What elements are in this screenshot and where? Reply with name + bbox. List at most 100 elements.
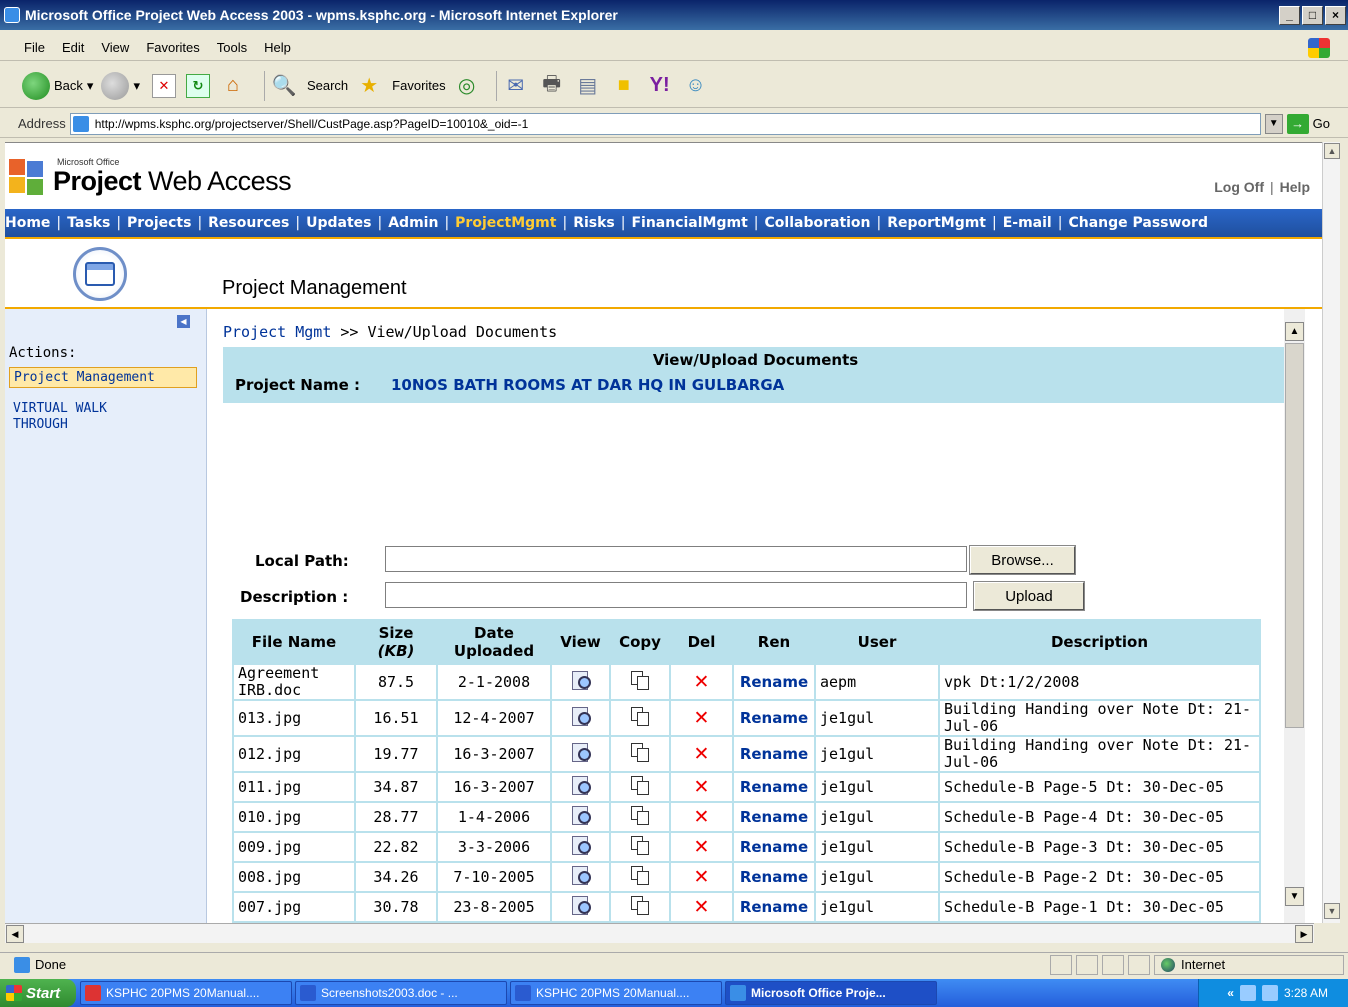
delete-icon[interactable]: ✕	[694, 866, 710, 888]
taskbar-item-ie[interactable]: Microsoft Office Proje...	[725, 981, 937, 1005]
rename-link[interactable]: Rename	[734, 737, 814, 771]
view-document-icon[interactable]	[570, 865, 592, 885]
view-document-icon[interactable]	[570, 895, 592, 915]
scroll-right-icon[interactable]: ▶	[1295, 925, 1313, 943]
nav-projects[interactable]: Projects	[127, 215, 191, 231]
close-button[interactable]: ×	[1325, 5, 1346, 25]
nav-email[interactable]: E-mail	[1003, 215, 1052, 231]
address-dropdown-icon[interactable]: ▼	[1264, 113, 1283, 134]
menu-edit[interactable]: Edit	[62, 40, 84, 55]
copy-document-icon[interactable]	[631, 866, 649, 885]
copy-document-icon[interactable]	[631, 707, 649, 726]
view-document-icon[interactable]	[570, 706, 592, 726]
nav-risks[interactable]: Risks	[573, 215, 615, 231]
refresh-icon[interactable]: ↻	[185, 73, 210, 98]
tray-expand-icon[interactable]: «	[1227, 986, 1234, 1000]
rename-link[interactable]: Rename	[734, 803, 814, 831]
menu-view[interactable]: View	[101, 40, 129, 55]
folder-icon[interactable]: ■	[611, 74, 637, 97]
delete-icon[interactable]: ✕	[694, 743, 710, 765]
horizontal-scrollbar[interactable]: ◀ ▶	[5, 923, 1314, 943]
copy-document-icon[interactable]	[631, 836, 649, 855]
collapse-sidebar-icon[interactable]: ◀	[177, 315, 190, 328]
chevron-down-icon[interactable]: ▾	[87, 78, 94, 94]
rename-link[interactable]: Rename	[734, 665, 814, 699]
sidebar-item-virtual-walk-through[interactable]: VIRTUAL WALK THROUGH	[9, 399, 149, 435]
network-icon[interactable]	[1239, 985, 1256, 1001]
rename-link[interactable]: Rename	[734, 893, 814, 921]
view-document-icon[interactable]	[570, 670, 592, 690]
page-scrollbar[interactable]: ▲ ▼	[1322, 142, 1340, 923]
edit-icon[interactable]: ▤	[575, 73, 601, 98]
view-document-icon[interactable]	[570, 742, 592, 762]
nav-home[interactable]: Home	[5, 215, 50, 231]
taskbar-item-pdf[interactable]: KSPHC 20PMS 20Manual....	[80, 981, 292, 1005]
print-icon[interactable]: 🖶	[539, 69, 565, 103]
copy-document-icon[interactable]	[631, 776, 649, 795]
search-button[interactable]: 🔍 Search	[271, 73, 349, 98]
history-icon[interactable]: ◎	[454, 73, 480, 98]
scrollbar-thumb[interactable]	[1285, 343, 1304, 728]
rename-link[interactable]: Rename	[734, 773, 814, 801]
rename-link[interactable]: Rename	[734, 833, 814, 861]
nav-admin[interactable]: Admin	[388, 215, 438, 231]
delete-icon[interactable]: ✕	[694, 896, 710, 918]
volume-icon[interactable]	[1261, 985, 1278, 1001]
view-document-icon[interactable]	[570, 775, 592, 795]
scroll-left-icon[interactable]: ◀	[6, 925, 24, 943]
upload-button[interactable]: Upload	[973, 581, 1085, 611]
log-off-link[interactable]: Log Off	[1214, 179, 1264, 195]
minimize-button[interactable]: _	[1279, 5, 1300, 25]
start-button[interactable]: Start	[0, 979, 76, 1007]
delete-icon[interactable]: ✕	[694, 836, 710, 858]
yahoo-icon[interactable]: Y!	[647, 74, 673, 97]
nav-change-password[interactable]: Change Password	[1068, 215, 1208, 231]
page-scroll-up-icon[interactable]: ▲	[1324, 143, 1340, 159]
scroll-up-icon[interactable]: ▲	[1285, 322, 1304, 341]
local-path-input[interactable]	[385, 546, 967, 572]
browse-button[interactable]: Browse...	[969, 545, 1076, 575]
breadcrumb-project-mgmt-link[interactable]: Project Mgmt	[223, 323, 331, 341]
forward-button[interactable]: ▾	[101, 71, 144, 100]
rename-link[interactable]: Rename	[734, 701, 814, 735]
mail-icon[interactable]: ✉	[503, 73, 529, 98]
view-document-icon[interactable]	[570, 805, 592, 825]
page-scroll-down-icon[interactable]: ▼	[1324, 903, 1340, 919]
scroll-down-icon[interactable]: ▼	[1285, 887, 1304, 906]
menu-favorites[interactable]: Favorites	[146, 40, 199, 55]
delete-icon[interactable]: ✕	[694, 671, 710, 693]
menu-file[interactable]: File	[24, 40, 45, 55]
stop-icon[interactable]: ✕	[151, 73, 176, 98]
chevron-down-icon[interactable]: ▾	[133, 78, 140, 94]
content-scrollbar[interactable]: ▲ ▼	[1284, 309, 1305, 923]
rename-link[interactable]: Rename	[734, 863, 814, 891]
copy-document-icon[interactable]	[631, 743, 649, 762]
back-button[interactable]: Back ▾	[22, 71, 94, 100]
menu-help[interactable]: Help	[264, 40, 291, 55]
help-link[interactable]: Help	[1280, 179, 1310, 195]
delete-icon[interactable]: ✕	[694, 806, 710, 828]
nav-updates[interactable]: Updates	[306, 215, 371, 231]
nav-financialmgmt[interactable]: FinancialMgmt	[631, 215, 747, 231]
nav-projectmgmt[interactable]: ProjectMgmt	[455, 215, 556, 231]
copy-document-icon[interactable]	[631, 896, 649, 915]
favorites-button[interactable]: ★ Favorites	[356, 73, 445, 98]
copy-document-icon[interactable]	[631, 806, 649, 825]
description-input[interactable]	[385, 582, 967, 608]
messenger-icon[interactable]: ☺	[683, 74, 709, 97]
maximize-button[interactable]: □	[1302, 5, 1323, 25]
nav-reportmgmt[interactable]: ReportMgmt	[887, 215, 986, 231]
view-document-icon[interactable]	[570, 835, 592, 855]
delete-icon[interactable]: ✕	[694, 776, 710, 798]
sidebar-item-project-management[interactable]: Project Management	[9, 367, 197, 388]
nav-tasks[interactable]: Tasks	[67, 215, 110, 231]
copy-document-icon[interactable]	[631, 671, 649, 690]
home-icon[interactable]: ⌂	[220, 74, 246, 98]
nav-collaboration[interactable]: Collaboration	[765, 215, 871, 231]
taskbar-item-word-screenshots[interactable]: Screenshots2003.doc - ...	[295, 981, 507, 1005]
taskbar-item-word-manual[interactable]: KSPHC 20PMS 20Manual....	[510, 981, 722, 1005]
address-input[interactable]: http://wpms.ksphc.org/projectserver/Shel…	[69, 112, 1261, 135]
delete-icon[interactable]: ✕	[694, 707, 710, 729]
nav-resources[interactable]: Resources	[208, 215, 289, 231]
go-button[interactable]: → Go	[1286, 113, 1330, 134]
